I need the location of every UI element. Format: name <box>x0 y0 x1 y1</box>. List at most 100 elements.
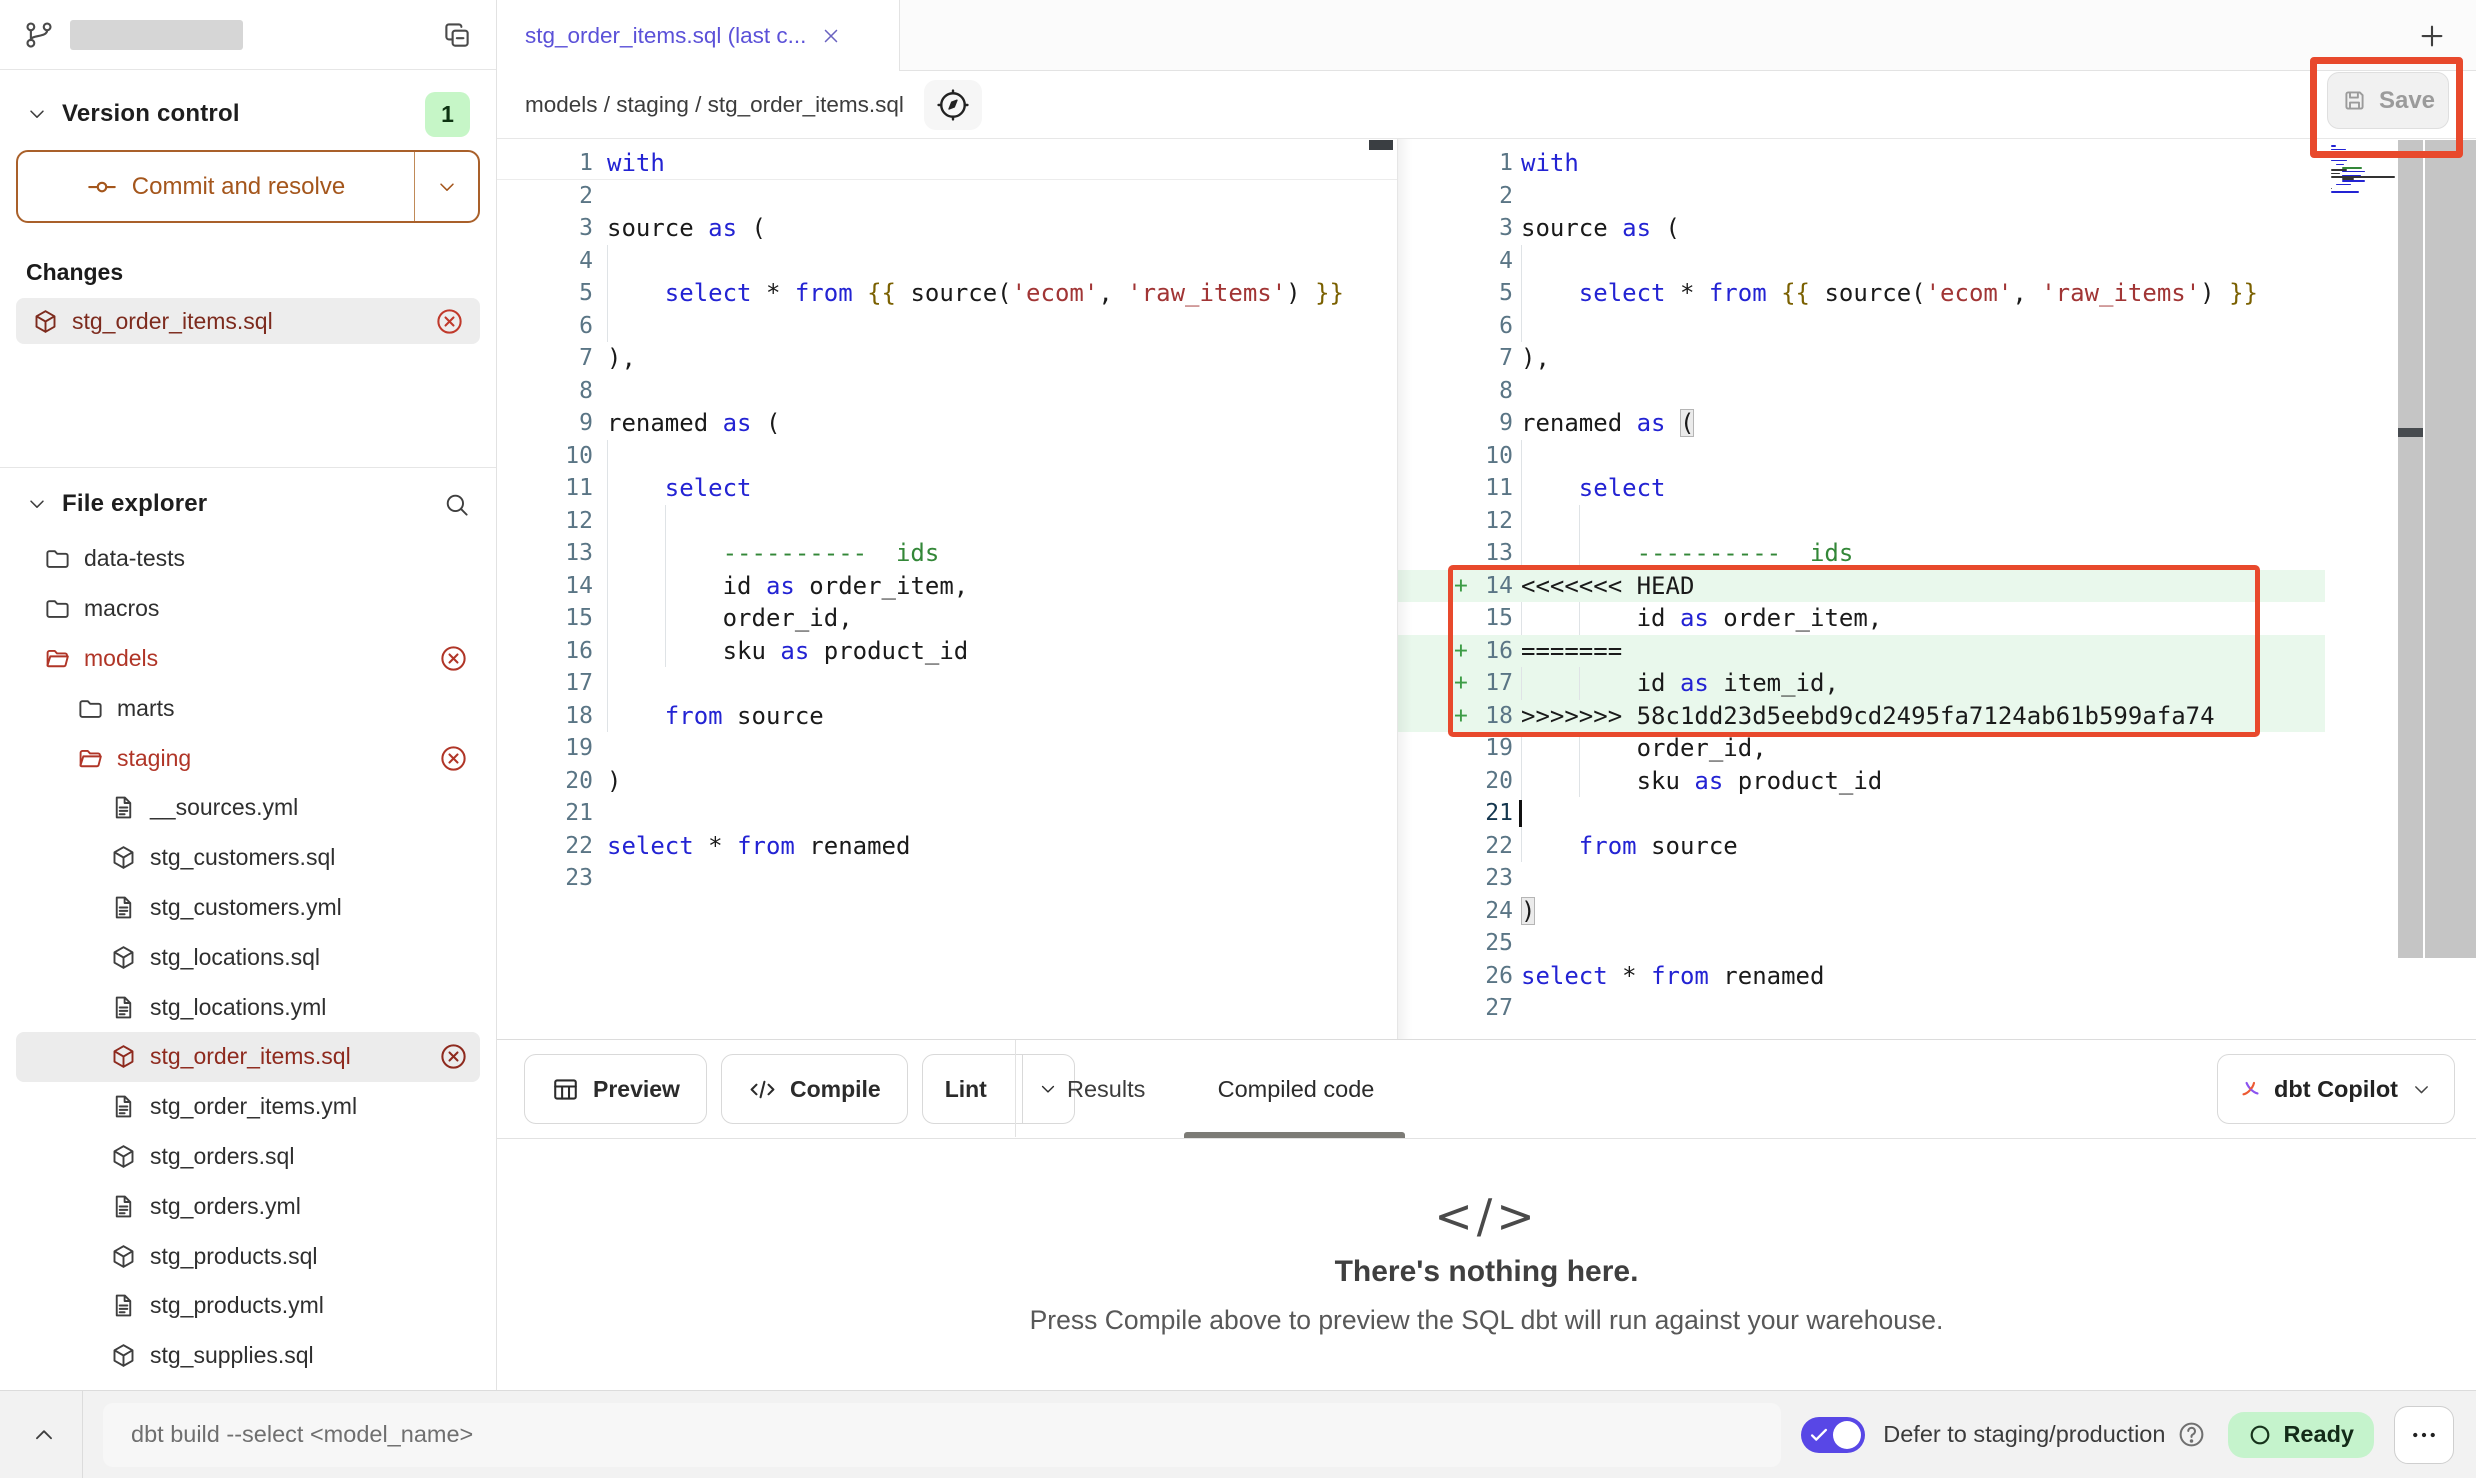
tab-results[interactable]: Results <box>1067 1040 1145 1138</box>
code-line[interactable]: +17 id as item_id, <box>1398 667 2325 700</box>
editor-pane-modified[interactable]: 1with23source as (45 select * from {{ so… <box>1397 139 2476 1039</box>
file-explorer-item-stg-customers-sql[interactable]: stg_customers.sql <box>16 833 480 883</box>
code-line[interactable]: 11 select <box>1398 472 2325 505</box>
code-line[interactable]: 26select * from renamed <box>1398 960 2325 993</box>
minimap[interactable] <box>2331 145 2397 345</box>
file-explorer-item--sources-yml[interactable]: __sources.yml <box>16 783 480 833</box>
code-line[interactable]: 13 ---------- ids <box>497 537 1397 570</box>
x-circle-icon[interactable] <box>439 1042 468 1071</box>
x-circle-icon[interactable] <box>439 744 468 773</box>
file-explorer-item-stg-locations-yml[interactable]: stg_locations.yml <box>16 982 480 1032</box>
defer-toggle[interactable] <box>1801 1417 1865 1453</box>
x-circle-icon[interactable] <box>435 307 464 336</box>
code-line[interactable]: 3source as ( <box>497 212 1397 245</box>
tab-compiled-code[interactable]: Compiled code <box>1187 1040 1405 1138</box>
code-line[interactable]: 14 id as order_item, <box>497 570 1397 603</box>
lineage-button[interactable] <box>924 80 982 130</box>
code-line[interactable]: 11 select <box>497 472 1397 505</box>
code-line[interactable]: 8 <box>1398 375 2325 408</box>
code-line[interactable]: 4 <box>497 245 1397 278</box>
commit-and-resolve-button[interactable]: Commit and resolve <box>16 150 480 223</box>
code-line[interactable]: 2 <box>1398 180 2325 213</box>
code-line[interactable]: 13 ---------- ids <box>1398 537 2325 570</box>
file-explorer-item-stg-order-items-yml[interactable]: stg_order_items.yml <box>16 1082 480 1132</box>
code-line[interactable]: 10 <box>497 440 1397 473</box>
file-explorer-item-stg-products-sql[interactable]: stg_products.sql <box>16 1231 480 1281</box>
x-circle-icon[interactable] <box>439 644 468 673</box>
code-line[interactable]: +18>>>>>>> 58c1dd23d5eebd9cd2495fa7124ab… <box>1398 700 2325 733</box>
file-explorer-item-stg-orders-yml[interactable]: stg_orders.yml <box>16 1181 480 1231</box>
help-icon[interactable] <box>2177 1420 2206 1449</box>
code-line[interactable]: 20 sku as product_id <box>1398 765 2325 798</box>
file-explorer-item-stg-orders-sql[interactable]: stg_orders.sql <box>16 1132 480 1182</box>
more-menu-button[interactable] <box>2394 1406 2454 1464</box>
code-line[interactable]: 5 select * from {{ source('ecom', 'raw_i… <box>1398 277 2325 310</box>
save-button[interactable]: Save <box>2327 72 2449 129</box>
version-control-header[interactable]: Version control 1 <box>0 90 496 138</box>
code-line[interactable]: 23 <box>1398 862 2325 895</box>
code-line[interactable]: 5 select * from {{ source('ecom', 'raw_i… <box>497 277 1397 310</box>
expand-panel-button[interactable] <box>22 1413 66 1457</box>
code-line[interactable]: 6 <box>1398 310 2325 343</box>
tab-stg-order-items[interactable]: stg_order_items.sql (last c... <box>497 0 900 71</box>
copy-icon[interactable] <box>442 20 472 50</box>
dbt-copilot-button[interactable]: dbt Copilot <box>2217 1054 2455 1124</box>
scrollbar-track[interactable] <box>2398 140 2423 958</box>
preview-button[interactable]: Preview <box>524 1054 707 1124</box>
code-line[interactable]: 15 id as order_item, <box>1398 602 2325 635</box>
code-line[interactable]: 22select * from renamed <box>497 830 1397 863</box>
file-explorer-item-models[interactable]: models <box>16 634 480 684</box>
file-explorer-item-staging[interactable]: staging <box>16 733 480 783</box>
file-explorer-item-marts[interactable]: marts <box>16 683 480 733</box>
file-explorer-item-macros[interactable]: macros <box>16 584 480 634</box>
command-input[interactable]: dbt build --select <model_name> <box>103 1403 1781 1467</box>
file-explorer-item-stg-products-yml[interactable]: stg_products.yml <box>16 1281 480 1331</box>
file-explorer-item-stg-order-items-sql[interactable]: stg_order_items.sql <box>16 1032 480 1082</box>
code-line[interactable]: 24) <box>1398 895 2325 928</box>
code-line[interactable]: 8 <box>497 375 1397 408</box>
file-explorer-item-stg-supplies-sql[interactable]: stg_supplies.sql <box>16 1331 480 1381</box>
code-line[interactable]: 19 order_id, <box>1398 732 2325 765</box>
new-tab-button[interactable] <box>2410 14 2454 58</box>
file-explorer-item-stg-locations-sql[interactable]: stg_locations.sql <box>16 932 480 982</box>
code-line[interactable]: 20) <box>497 765 1397 798</box>
code-line[interactable]: 7), <box>1398 342 2325 375</box>
scrollbar-thumb[interactable] <box>1369 140 1393 150</box>
code-line[interactable]: 27 <box>1398 992 2325 1025</box>
code-line[interactable]: 4 <box>1398 245 2325 278</box>
code-line[interactable]: 3source as ( <box>1398 212 2325 245</box>
editor-pane-original[interactable]: 1with23source as (45 select * from {{ so… <box>497 139 1397 1039</box>
code-line[interactable]: +14<<<<<<< HEAD <box>1398 570 2325 603</box>
file-explorer-header[interactable]: File explorer <box>0 480 496 528</box>
code-line[interactable]: 7), <box>497 342 1397 375</box>
close-icon[interactable] <box>820 25 842 47</box>
scrollbar-thumb[interactable] <box>2398 428 2423 437</box>
search-icon[interactable] <box>443 491 470 518</box>
file-explorer-item-stg-customers-yml[interactable]: stg_customers.yml <box>16 883 480 933</box>
code-line[interactable]: 12 <box>1398 505 2325 538</box>
changed-file-row[interactable]: stg_order_items.sql <box>16 298 480 344</box>
code-line[interactable]: 19 <box>497 732 1397 765</box>
lint-button[interactable]: Lint <box>922 1054 1075 1124</box>
code-line[interactable]: 21 <box>1398 797 2325 830</box>
code-line[interactable]: 18 from source <box>497 700 1397 733</box>
code-line[interactable]: 1with <box>497 147 1397 180</box>
code-line[interactable]: 2 <box>497 180 1397 213</box>
code-line[interactable]: 10 <box>1398 440 2325 473</box>
code-line[interactable]: 12 <box>497 505 1397 538</box>
code-line[interactable]: 16 sku as product_id <box>497 635 1397 668</box>
compile-button[interactable]: Compile <box>721 1054 908 1124</box>
code-line[interactable]: +16======= <box>1398 635 2325 668</box>
code-line[interactable]: 22 from source <box>1398 830 2325 863</box>
code-line[interactable]: 23 <box>497 862 1397 895</box>
code-line[interactable]: 9renamed as ( <box>1398 407 2325 440</box>
code-line[interactable]: 15 order_id, <box>497 602 1397 635</box>
code-line[interactable]: 25 <box>1398 927 2325 960</box>
file-explorer-item-data-tests[interactable]: data-tests <box>16 534 480 584</box>
code-line[interactable]: 6 <box>497 310 1397 343</box>
commit-dropdown-button[interactable] <box>414 152 478 221</box>
code-line[interactable]: 9renamed as ( <box>497 407 1397 440</box>
code-line[interactable]: 17 <box>497 667 1397 700</box>
code-line[interactable]: 21 <box>497 797 1397 830</box>
code-line[interactable]: 1with <box>1398 147 2325 180</box>
